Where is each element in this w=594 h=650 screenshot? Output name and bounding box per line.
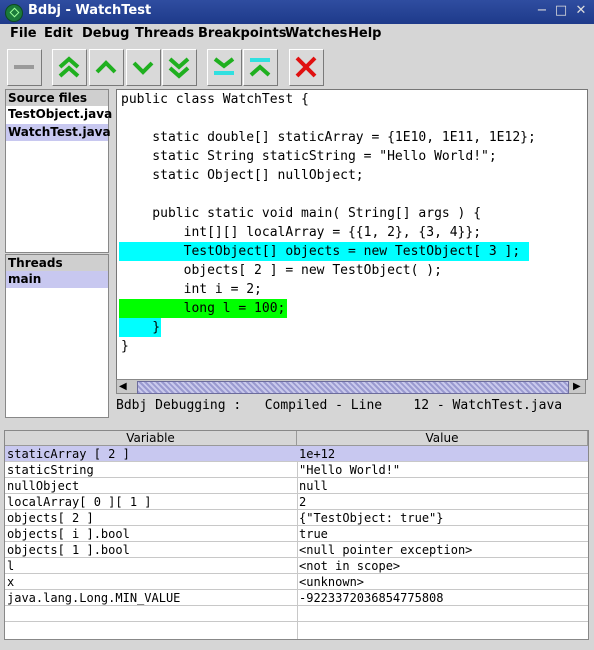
run-to-cursor-button[interactable] — [243, 49, 278, 86]
variable-cell: l — [7, 559, 15, 573]
table-row[interactable] — [5, 606, 588, 622]
variable-cell: x — [7, 575, 15, 589]
table-row[interactable]: objects[ 2 ] {"TestObject: true"} — [5, 510, 588, 526]
code-line: static double[] staticArray = {1E10, 1E1… — [121, 130, 536, 145]
close-debug-button[interactable] — [289, 49, 324, 86]
scroll-left-icon[interactable]: ◀ — [119, 381, 127, 393]
variable-cell: localArray[ 0 ][ 1 ] — [7, 495, 152, 509]
column-header-variable[interactable]: Variable — [5, 431, 297, 446]
table-row[interactable]: staticArray [ 2 ] 1e+12 — [5, 446, 588, 462]
step-over-down-icon — [132, 61, 154, 75]
code-line: objects[ 2 ] = new TestObject( ); — [121, 263, 442, 278]
step-out-button[interactable] — [52, 49, 87, 86]
close-debug-icon — [295, 56, 317, 78]
step-out-icon — [58, 56, 80, 78]
source-files-header: Source files — [6, 90, 108, 106]
maximize-button[interactable]: □ — [553, 3, 569, 19]
menu-file[interactable]: File — [10, 26, 37, 41]
column-header-value[interactable]: Value — [297, 431, 588, 446]
table-row[interactable]: nullObject null — [5, 478, 588, 494]
value-cell: null — [299, 479, 328, 493]
menu-breakpoints[interactable]: Breakpoints — [198, 26, 286, 41]
variable-cell: staticArray [ 2 ] — [7, 447, 130, 461]
app-icon[interactable] — [5, 4, 23, 22]
table-row[interactable]: x <unknown> — [5, 574, 588, 590]
stop-button[interactable] — [7, 49, 42, 86]
step-down-button[interactable] — [126, 49, 161, 86]
table-row[interactable]: objects[ 1 ].bool <null pointer exception… — [5, 542, 588, 558]
watch-table[interactable]: Variable Value staticArray [ 2 ] 1e+12 st… — [4, 430, 589, 640]
scroll-thumb[interactable] — [137, 381, 569, 394]
variable-cell: java.lang.Long.MIN_VALUE — [7, 591, 181, 605]
menu-watches[interactable]: Watches — [285, 26, 347, 41]
thread-item[interactable]: main — [6, 271, 108, 288]
code-line: TestObject[] objects = new TestObject[ 3… — [121, 244, 521, 259]
stop-icon — [14, 65, 34, 69]
code-line: long l = 100; — [121, 301, 286, 316]
menu-threads[interactable]: Threads — [135, 26, 194, 41]
title-bar: Bdbj - WatchTest − □ ✕ — [0, 0, 594, 24]
code-line: } — [121, 320, 161, 335]
step-up-button[interactable] — [89, 49, 124, 86]
step-over-up-icon — [95, 60, 117, 74]
menu-help[interactable]: Help — [348, 26, 381, 41]
value-cell: <null pointer exception> — [299, 543, 473, 557]
menu-edit[interactable]: Edit — [44, 26, 73, 41]
value-cell: true — [299, 527, 328, 541]
horizontal-scrollbar[interactable]: ◀ ▶ — [116, 379, 586, 394]
source-files-panel: Source files TestObject.java WatchTest.j… — [5, 89, 112, 253]
status-bar: Bdbj Debugging : Compiled - Line 12 - Wa… — [116, 398, 563, 413]
threads-panel: Threads main — [5, 254, 109, 418]
threads-header: Threads — [6, 255, 108, 271]
variable-cell: objects[ 2 ] — [7, 511, 94, 525]
code-view[interactable]: public class WatchTest { static double[]… — [116, 89, 588, 380]
run-to-line-icon — [213, 57, 235, 75]
value-cell: <unknown> — [299, 575, 365, 589]
value-cell: 1e+12 — [299, 447, 336, 461]
close-button[interactable]: ✕ — [573, 3, 589, 19]
step-into-button[interactable] — [162, 49, 197, 86]
code-line: static String staticString = "Hello Worl… — [121, 149, 497, 164]
value-cell: 2 — [299, 495, 307, 509]
value-cell: -9223372036854775808 — [299, 591, 444, 605]
value-cell: "Hello World!" — [299, 463, 401, 477]
source-file-item[interactable]: TestObject.java — [6, 106, 112, 123]
table-row[interactable]: l <not in scope> — [5, 558, 588, 574]
code-line: static Object[] nullObject; — [121, 168, 364, 183]
value-cell: {"TestObject: true"} — [299, 511, 444, 525]
menu-debug[interactable]: Debug — [82, 26, 129, 41]
table-row[interactable]: staticString "Hello World!" — [5, 462, 588, 478]
run-to-cursor-icon — [249, 58, 271, 77]
value-cell: <not in scope> — [299, 559, 401, 573]
variable-cell: objects[ 1 ].bool — [7, 543, 130, 557]
step-into-icon — [168, 57, 190, 79]
variable-cell: staticString — [7, 463, 94, 477]
menu-bar: File Edit Debug Threads Breakpoints Watc… — [0, 24, 594, 45]
minimize-button[interactable]: − — [534, 3, 550, 19]
code-line: } — [121, 339, 129, 354]
table-row[interactable]: objects[ i ].bool true — [5, 526, 588, 542]
code-line: public class WatchTest { — [121, 92, 309, 107]
variable-cell: objects[ i ].bool — [7, 527, 130, 541]
run-to-line-button[interactable] — [207, 49, 242, 86]
table-row[interactable]: localArray[ 0 ][ 1 ] 2 — [5, 494, 588, 510]
table-row[interactable]: java.lang.Long.MIN_VALUE -922337203685477… — [5, 590, 588, 606]
code-line: int i = 2; — [121, 282, 262, 297]
variable-cell: nullObject — [7, 479, 80, 493]
code-line: public static void main( String[] args )… — [121, 206, 482, 221]
window-title: Bdbj - WatchTest — [28, 3, 152, 18]
toolbar — [0, 45, 594, 90]
code-line: int[][] localArray = {{1, 2}, {3, 4}}; — [121, 225, 482, 240]
scroll-right-icon[interactable]: ▶ — [573, 381, 581, 393]
source-file-item[interactable]: WatchTest.java — [6, 124, 111, 141]
